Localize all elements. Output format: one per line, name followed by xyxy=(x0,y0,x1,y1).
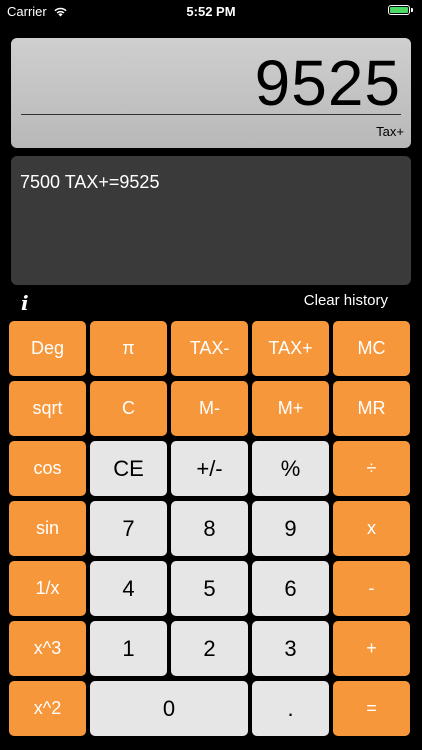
clear-history-button[interactable]: Clear history xyxy=(304,292,388,309)
battery-fill xyxy=(390,7,408,13)
memory-plus-button[interactable]: M+ xyxy=(252,381,329,436)
decimal-button[interactable]: . xyxy=(252,681,329,736)
memory-minus-button[interactable]: M- xyxy=(171,381,248,436)
status-bar: Carrier 5:52 PM xyxy=(0,0,422,24)
cube-button[interactable]: x^3 xyxy=(9,621,86,676)
multiply-button[interactable]: x xyxy=(333,501,410,556)
subtract-button[interactable]: - xyxy=(333,561,410,616)
tax-plus-button[interactable]: TAX+ xyxy=(252,321,329,376)
digit-5-button[interactable]: 5 xyxy=(171,561,248,616)
cos-button[interactable]: cos xyxy=(9,441,86,496)
digit-8-button[interactable]: 8 xyxy=(171,501,248,556)
add-button[interactable]: + xyxy=(333,621,410,676)
tax-minus-button[interactable]: TAX- xyxy=(171,321,248,376)
history-entry: 7500 TAX+=9525 xyxy=(20,172,160,192)
digit-1-button[interactable]: 1 xyxy=(90,621,167,676)
memory-recall-button[interactable]: MR xyxy=(333,381,410,436)
digit-9-button[interactable]: 9 xyxy=(252,501,329,556)
digit-7-button[interactable]: 7 xyxy=(90,501,167,556)
battery-body xyxy=(388,5,410,15)
sign-toggle-button[interactable]: +/- xyxy=(171,441,248,496)
digit-3-button[interactable]: 3 xyxy=(252,621,329,676)
sin-button[interactable]: sin xyxy=(9,501,86,556)
clear-button[interactable]: C xyxy=(90,381,167,436)
square-button[interactable]: x^2 xyxy=(9,681,86,736)
info-icon[interactable]: i xyxy=(21,291,29,315)
clear-entry-button[interactable]: CE xyxy=(90,441,167,496)
equals-button[interactable]: = xyxy=(333,681,410,736)
display-mode-label: Tax+ xyxy=(376,124,404,139)
display-divider xyxy=(21,114,401,115)
digit-0-button[interactable]: 0 xyxy=(90,681,248,736)
battery-tip xyxy=(411,8,413,12)
battery-icon xyxy=(388,5,413,15)
pi-button[interactable]: π xyxy=(90,321,167,376)
memory-clear-button[interactable]: MC xyxy=(333,321,410,376)
digit-4-button[interactable]: 4 xyxy=(90,561,167,616)
status-time: 5:52 PM xyxy=(186,4,236,19)
result-display: 9525 Tax+ xyxy=(11,38,411,148)
sqrt-button[interactable]: sqrt xyxy=(9,381,86,436)
display-value: 9525 xyxy=(254,47,401,119)
deg-button[interactable]: Deg xyxy=(9,321,86,376)
digit-6-button[interactable]: 6 xyxy=(252,561,329,616)
divide-button[interactable]: ÷ xyxy=(333,441,410,496)
reciprocal-button[interactable]: 1/x xyxy=(9,561,86,616)
digit-2-button[interactable]: 2 xyxy=(171,621,248,676)
percent-button[interactable]: % xyxy=(252,441,329,496)
history-panel[interactable]: 7500 TAX+=9525 xyxy=(11,156,411,285)
